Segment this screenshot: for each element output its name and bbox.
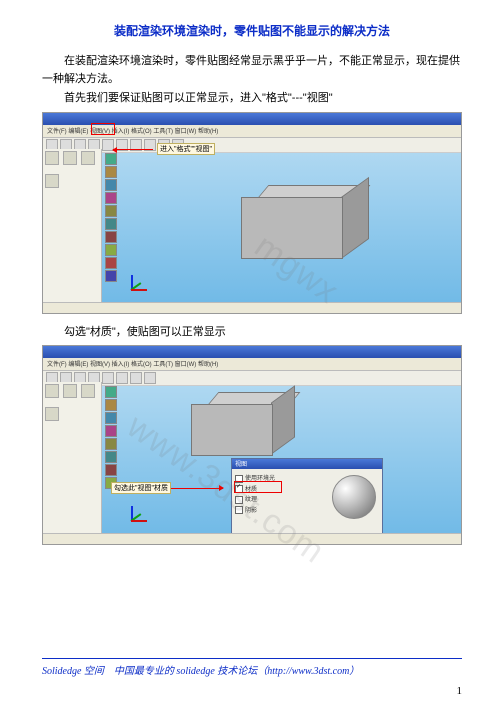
tool-palette xyxy=(105,153,117,299)
paragraph-1: 在装配渲染环境渲染时，零件贴图经常显示黑乎乎一片，不能正常显示，现在提供一种解决… xyxy=(42,53,462,88)
axis-triad-icon xyxy=(127,271,151,295)
toolbar-button xyxy=(144,372,156,384)
sidebar-icon xyxy=(81,151,95,165)
paragraph-2: 首先我们要保证贴图可以正常显示，进入"格式"---"视图" xyxy=(42,90,462,108)
palette-icon xyxy=(105,179,117,191)
sidebar-icon xyxy=(63,384,77,398)
page-number: 1 xyxy=(457,685,463,697)
sidebar-icon xyxy=(45,384,59,398)
axis-x xyxy=(131,289,147,291)
model-cube xyxy=(191,404,281,462)
check-label: 纹理 xyxy=(245,497,257,503)
palette-icon xyxy=(105,270,117,282)
screenshot-2: 文件(F) 编辑(E) 视图(V) 插入(I) 格式(O) 工具(T) 窗口(W… xyxy=(42,345,462,545)
statusbar xyxy=(43,533,461,544)
app-window-1: 文件(F) 编辑(E) 视图(V) 插入(I) 格式(O) 工具(T) 窗口(W… xyxy=(43,113,461,313)
palette-icon xyxy=(105,231,117,243)
statusbar xyxy=(43,302,461,313)
cube-face-front xyxy=(241,197,343,259)
checkbox-icon xyxy=(235,496,243,504)
palette-icon xyxy=(105,205,117,217)
highlight-box-menu xyxy=(91,123,115,135)
toolbar-button xyxy=(102,372,114,384)
palette-icon xyxy=(105,192,117,204)
palette-icon xyxy=(105,244,117,256)
model-cube xyxy=(241,197,351,267)
screenshot-1: 文件(F) 编辑(E) 视图(V) 插入(I) 格式(O) 工具(T) 窗口(W… xyxy=(42,112,462,314)
palette-icon xyxy=(105,451,117,463)
sidebar-icon xyxy=(81,384,95,398)
callout-arrow-icon xyxy=(113,149,153,150)
toolbar-button xyxy=(130,372,142,384)
palette-icon xyxy=(105,438,117,450)
palette-icon xyxy=(105,464,117,476)
palette-icon xyxy=(105,153,117,165)
footer-text: Solidedge 空间 中国最专业的 solidedge 技术论坛（http:… xyxy=(42,658,462,677)
axis-x xyxy=(131,520,147,522)
sidebar-icon xyxy=(45,151,59,165)
paragraph-3: 勾选"材质"，使贴图可以正常显示 xyxy=(42,324,462,342)
body-text-block-1: 在装配渲染环境渲染时，零件贴图经常显示黑乎乎一片，不能正常显示，现在提供一种解决… xyxy=(42,53,462,108)
viewport-3d xyxy=(121,153,457,301)
app-menubar: 文件(F) 编辑(E) 视图(V) 插入(I) 格式(O) 工具(T) 窗口(W… xyxy=(43,358,461,371)
sidebar-icon xyxy=(45,174,59,188)
app-window-2: 文件(F) 编辑(E) 视图(V) 插入(I) 格式(O) 工具(T) 窗口(W… xyxy=(43,346,461,544)
callout-arrow-icon xyxy=(167,488,223,489)
palette-icon xyxy=(105,386,117,398)
window-titlebar xyxy=(43,346,461,358)
palette-icon xyxy=(105,412,117,424)
app-toolbar xyxy=(43,138,461,153)
left-sidebar xyxy=(43,382,102,534)
app-toolbar xyxy=(43,371,461,386)
left-sidebar xyxy=(43,149,102,303)
palette-icon xyxy=(105,166,117,178)
axis-triad-icon xyxy=(127,502,151,526)
check-label: 阴影 xyxy=(245,508,257,514)
toolbar-button xyxy=(116,372,128,384)
callout-label: 勾选此"视图"材质 xyxy=(111,482,171,494)
document-title: 装配渲染环境渲染时，零件贴图不能显示的解决方法 xyxy=(42,22,462,39)
sidebar-icon xyxy=(45,407,59,421)
palette-icon xyxy=(105,399,117,411)
dialog-title: 视图 xyxy=(232,459,382,469)
callout-label: 进入"格式""视图" xyxy=(157,143,215,155)
body-text-block-2: 勾选"材质"，使贴图可以正常显示 xyxy=(42,324,462,342)
palette-icon xyxy=(105,425,117,437)
viewport-3d: 视图 使用环境光 材质 纹理 阴影 确定 取消 应用 xyxy=(121,386,457,532)
tool-palette xyxy=(105,386,117,530)
view-dialog: 视图 使用环境光 材质 纹理 阴影 确定 取消 应用 xyxy=(231,458,383,544)
sidebar-icon xyxy=(63,151,77,165)
palette-icon xyxy=(105,257,117,269)
cube-face-front xyxy=(191,404,273,456)
highlight-box-check xyxy=(234,481,282,493)
document-page: 装配渲染环境渲染时，零件贴图不能显示的解决方法 在装配渲染环境渲染时，零件贴图经… xyxy=(0,0,504,713)
checkbox-icon xyxy=(235,506,243,514)
palette-icon xyxy=(105,218,117,230)
